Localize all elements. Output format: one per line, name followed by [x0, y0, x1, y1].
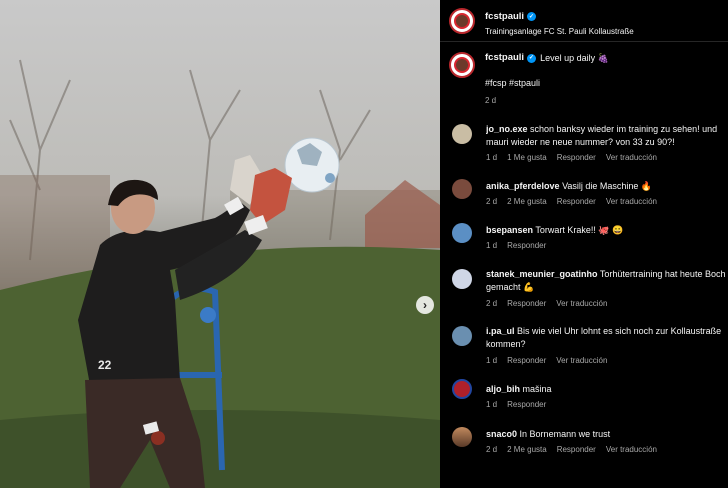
- comment-text: schon banksy wieder im training zu sehen…: [530, 124, 718, 134]
- comment-username[interactable]: aljo_bih: [486, 384, 520, 394]
- translate-button[interactable]: Ver traducción: [556, 356, 607, 365]
- comment-text: In Bornemann we trust: [519, 429, 611, 439]
- comment-timestamp: 1 d: [486, 356, 498, 365]
- comment-timestamp: 1 d: [486, 241, 498, 250]
- comment-text-line2: mauri wieder ne neue nummer? von 33 zu 9…: [486, 137, 675, 147]
- caption-hashtags[interactable]: #fcsp #stpauli: [485, 77, 609, 89]
- comment-timestamp: 1 d: [486, 400, 498, 409]
- chevron-right-icon: ›: [423, 298, 427, 312]
- reply-button[interactable]: Responder: [507, 241, 546, 250]
- comment-avatar[interactable]: [452, 124, 472, 144]
- comment-text: mašina: [522, 384, 552, 394]
- translate-button[interactable]: Ver traducción: [606, 197, 657, 206]
- comment-text-line2: kommen?: [486, 339, 526, 349]
- reply-button[interactable]: Responder: [507, 299, 546, 308]
- comment-timestamp: 2 d: [486, 299, 498, 308]
- translate-button[interactable]: Ver traducción: [556, 299, 607, 308]
- photo-scene: 22: [0, 59, 440, 488]
- comment-username[interactable]: snaco0: [486, 429, 517, 439]
- author-username[interactable]: fcstpauli: [485, 11, 524, 22]
- verified-badge-icon: ✓: [527, 53, 537, 63]
- post-photo: 22 ›: [0, 0, 440, 488]
- comment-text: Torwart Krake!! 🐙 😀: [535, 225, 624, 235]
- comment-username[interactable]: bsepansen: [486, 225, 533, 235]
- comment-avatar[interactable]: [452, 326, 472, 346]
- comment-text: Bis wie viel Uhr lohnt es sich noch zur …: [517, 326, 722, 336]
- reply-button[interactable]: Responder: [557, 197, 596, 206]
- comment-avatar[interactable]: [452, 379, 472, 399]
- post-header: fcstpauli ✓ Trainingsanlage FC St. Pauli…: [440, 0, 728, 42]
- comment-avatar[interactable]: [452, 223, 472, 243]
- reply-button[interactable]: Responder: [507, 356, 546, 365]
- reply-button[interactable]: Responder: [507, 400, 546, 409]
- post-details-panel: fcstpauli ✓ Trainingsanlage FC St. Pauli…: [440, 0, 728, 488]
- post-location[interactable]: Trainingsanlage FC St. Pauli Kollaustraß…: [485, 27, 634, 36]
- verified-badge-icon: ✓: [527, 11, 537, 21]
- caption-author-avatar[interactable]: [449, 52, 475, 78]
- comment-likes[interactable]: 1 Me gusta: [507, 153, 547, 162]
- translate-button[interactable]: Ver traducción: [606, 153, 657, 162]
- comment-username[interactable]: anika_pferdelove: [486, 181, 560, 191]
- comment-avatar[interactable]: [452, 269, 472, 289]
- caption-author-username[interactable]: fcstpauli: [485, 52, 524, 64]
- author-avatar[interactable]: [449, 7, 475, 34]
- translate-button[interactable]: Ver traducción: [606, 445, 657, 454]
- comment-avatar[interactable]: [452, 179, 472, 199]
- comment-username[interactable]: jo_no.exe: [486, 124, 528, 134]
- comment-username[interactable]: stanek_meunier_goatinho: [486, 269, 598, 279]
- jersey-number: 22: [98, 358, 112, 372]
- next-image-button[interactable]: ›: [416, 296, 434, 314]
- comment-username[interactable]: i.pa_ul: [486, 326, 515, 336]
- comment-text: Vasilj die Maschine 🔥: [562, 181, 653, 191]
- comment-timestamp: 2 d: [486, 197, 498, 206]
- comment-likes[interactable]: 2 Me gusta: [507, 197, 547, 206]
- comment-avatar[interactable]: [452, 427, 472, 447]
- comment-timestamp: 2 d: [486, 445, 498, 454]
- caption-timestamp: 2 d: [485, 96, 497, 105]
- post-caption: fcstpauli ✓ Level up daily 🍇 #fcsp #stpa…: [440, 42, 728, 107]
- comment-text-line2: gemacht 💪: [486, 282, 535, 292]
- reply-button[interactable]: Responder: [557, 445, 596, 454]
- caption-text: Level up daily 🍇: [540, 53, 609, 63]
- comment-likes[interactable]: 2 Me gusta: [507, 445, 547, 454]
- comment-timestamp: 1 d: [486, 153, 498, 162]
- comment-text: Torhütertraining hat heute Boch: [599, 269, 726, 279]
- reply-button[interactable]: Responder: [557, 153, 596, 162]
